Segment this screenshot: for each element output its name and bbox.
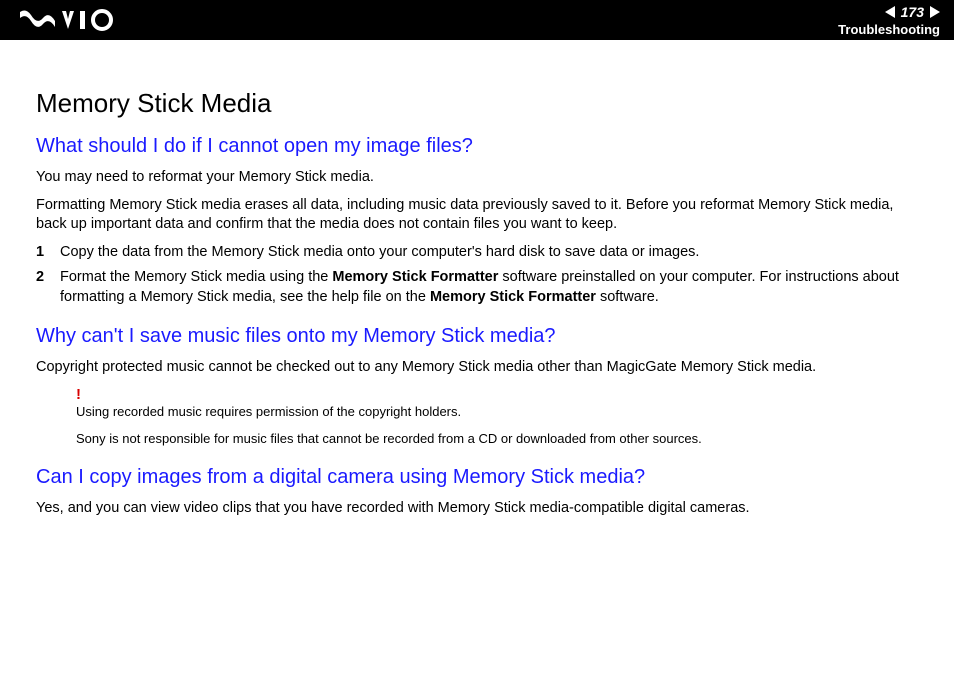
q3-para-1: Yes, and you can view video clips that y…: [36, 499, 918, 519]
page-nav: 173: [885, 4, 940, 20]
note-2: Sony is not responsible for music files …: [76, 430, 918, 448]
note-1: Using recorded music requires permission…: [76, 403, 918, 421]
page-content: Memory Stick Media What should I do if I…: [0, 40, 954, 519]
question-3-heading: Can I copy images from a digital camera …: [36, 466, 918, 489]
vaio-logo: [20, 9, 116, 31]
section-label: Troubleshooting: [838, 22, 940, 37]
step-number: 2: [36, 268, 46, 307]
q1-step-2: 2 Format the Memory Stick media using th…: [36, 268, 918, 307]
step-text: Format the Memory Stick media using the …: [60, 268, 918, 307]
caution-note: ! Using recorded music requires permissi…: [76, 386, 918, 448]
header-bar: 173 Troubleshooting: [0, 0, 954, 40]
prev-page-icon[interactable]: [885, 6, 895, 18]
q2-para-1: Copyright protected music cannot be chec…: [36, 358, 918, 378]
question-2-heading: Why can't I save music files onto my Mem…: [36, 325, 918, 348]
warning-icon: !: [76, 386, 918, 403]
q1-para-2: Formatting Memory Stick media erases all…: [36, 196, 918, 235]
page-title: Memory Stick Media: [36, 88, 918, 119]
page-info: 173 Troubleshooting: [838, 4, 940, 37]
vaio-logo-svg: [20, 9, 116, 31]
step-number: 1: [36, 243, 46, 263]
step-text: Copy the data from the Memory Stick medi…: [60, 243, 699, 263]
next-page-icon[interactable]: [930, 6, 940, 18]
question-1-heading: What should I do if I cannot open my ima…: [36, 135, 918, 158]
page-number: 173: [901, 4, 924, 20]
q1-steps: 1 Copy the data from the Memory Stick me…: [36, 243, 918, 308]
q1-para-1: You may need to reformat your Memory Sti…: [36, 168, 918, 188]
q1-step-1: 1 Copy the data from the Memory Stick me…: [36, 243, 918, 263]
